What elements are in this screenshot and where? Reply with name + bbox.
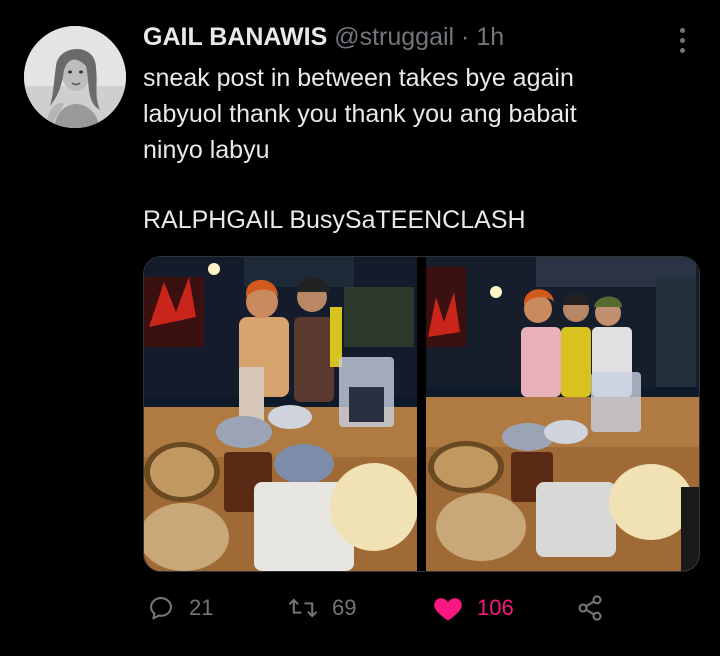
user-handle[interactable]: @struggail — [334, 23, 454, 51]
photo-1[interactable] — [144, 257, 417, 571]
more-options-button[interactable] — [662, 24, 702, 56]
share-icon — [578, 595, 602, 621]
retweet-button[interactable]: 69 — [288, 588, 356, 628]
text-spacer — [143, 168, 703, 202]
retweet-icon — [289, 598, 317, 618]
tweet-hashtags: RALPHGAIL BusySaTEENCLASH — [143, 206, 526, 234]
photo-1-image — [144, 257, 417, 571]
reply-button[interactable]: 21 — [147, 588, 213, 628]
like-button[interactable]: 106 — [433, 588, 514, 628]
more-dot-icon — [679, 47, 685, 53]
time-separator: · — [461, 23, 470, 51]
more-dot-icon — [679, 27, 685, 33]
tweet-header: GAIL BANAWIS @struggail · 1h — [143, 22, 650, 52]
more-dot-icon — [679, 37, 685, 43]
avatar[interactable] — [24, 26, 126, 128]
tweet-text-line: labyuol thank you thank you ang babait — [143, 100, 577, 128]
heart-icon — [434, 598, 462, 621]
share-button[interactable] — [576, 588, 604, 628]
tweet-text-line: ninyo labyu — [143, 136, 270, 164]
reply-count: 21 — [189, 595, 214, 620]
media-grid — [143, 256, 700, 572]
tweet-time[interactable]: 1h — [476, 23, 504, 51]
display-name[interactable]: GAIL BANAWIS — [143, 23, 327, 51]
photo-2[interactable] — [426, 257, 699, 571]
tweet-text-line: sneak post in between takes bye again — [143, 64, 574, 92]
retweet-count: 69 — [332, 595, 357, 620]
tweet-text: sneak post in between takes bye again la… — [143, 60, 703, 238]
photo-2-image — [426, 257, 699, 571]
avatar-photo — [24, 26, 126, 128]
like-count: 106 — [477, 595, 514, 620]
reply-icon — [150, 597, 172, 620]
tweet-actions: 21 69 106 — [143, 588, 623, 628]
